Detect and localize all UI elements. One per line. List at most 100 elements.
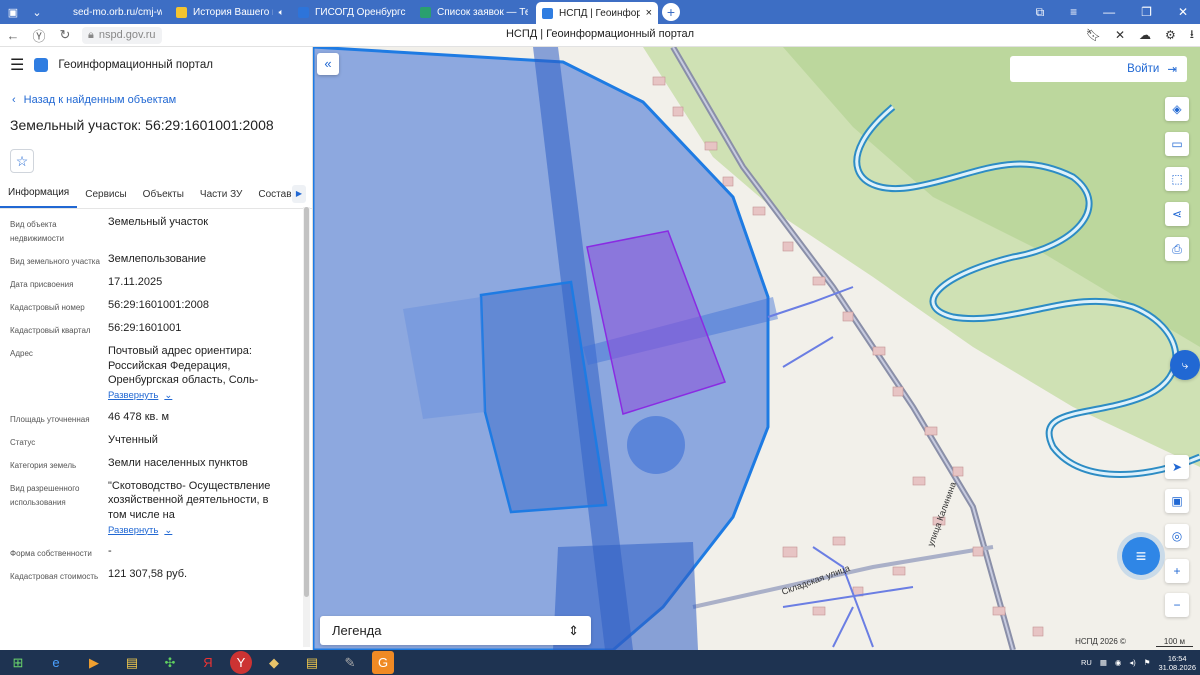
portal-logo-icon [34,58,49,72]
back-to-results-link[interactable]: ‹ Назад к найденным объектам [0,91,312,109]
chat-button[interactable]: ≡ [1122,537,1160,575]
minimap-icon[interactable]: ▣ [1165,489,1189,513]
zoom-out-icon[interactable]: − [1165,593,1189,617]
tab-audio-icon[interactable]: 🔈︎ [279,7,284,18]
property-key: Статус [10,437,36,447]
ext-cloud-icon[interactable]: ☁︎ [1139,28,1151,42]
collapse-panel-button[interactable]: « [317,53,339,75]
property-row: Вид разрешенного использования "Скотоводс… [0,479,312,539]
tool-icon[interactable]: ✎ [334,651,366,674]
gosuslugi-help-icon[interactable]: ⤷ [1170,350,1200,380]
browser-menu-icon[interactable]: ▣ [2,2,24,22]
property-row: Кадастровая стоимость 121 307,58 руб. [0,567,312,584]
media-player-icon[interactable]: ▶ [78,651,110,674]
select-icon[interactable]: ⬚ [1165,167,1189,191]
map-view[interactable]: Складская улица улица Калинина « Войти ⇥… [313,47,1200,650]
network-app-icon[interactable]: ✣ [154,651,186,674]
extension-icon[interactable]: ✕ [1115,28,1125,42]
browser-tab[interactable]: НСПД | Геоинформац × [536,2,658,24]
property-key: Категория земель [10,460,77,470]
tab-services[interactable]: Сервисы [77,189,134,208]
clock-time: 16:54 [1167,653,1187,663]
browser-tab[interactable]: ГИСОГД Оренбургской о [292,2,412,22]
legend-dropdown[interactable]: Легенда ⇕ [320,616,591,645]
panel-scrollbar[interactable] [303,207,310,647]
restore-icon[interactable]: ❐ [1141,5,1152,19]
yandex-app-icon[interactable]: Я [192,651,224,674]
tray-shield-icon[interactable]: ◉ [1115,658,1122,667]
browser-tab[interactable]: sed-mo.orb.ru/cmj-web/? [50,2,168,22]
browser-tab[interactable]: Список заявок — ТехноК [414,2,534,22]
property-value-block: Учтенный [108,433,302,450]
property-row: Кадастровый номер 56:29:1601001:2008 [0,298,312,315]
tab-close-icon[interactable]: × [646,7,652,19]
zoom-in-icon[interactable]: + [1165,559,1189,583]
clock[interactable]: 16:54 31.08.2026 [1158,654,1196,672]
start-button-icon[interactable]: ⊞ [2,651,34,674]
property-value: 46 478 кв. м [108,410,170,423]
batman-app-icon[interactable]: ◆ [258,651,290,674]
layers-icon[interactable]: ◈ [1165,97,1189,121]
property-value: Земли населенных пунктов [108,456,248,469]
reload-icon[interactable]: ↻ [52,27,78,43]
url-field[interactable]: 🔒︎ nspd.gov.ru [82,26,162,44]
tab-label: НСПД | Геоинформац [559,7,640,19]
tray-volume-icon[interactable]: ◂) [1129,658,1135,667]
folder-icon[interactable]: ▤ [296,651,328,674]
scale-label: 100 м [1155,637,1193,647]
login-button[interactable]: Войти ⇥ [1010,56,1187,82]
property-value: Учтенный [108,433,158,446]
address-bar-actions: 🔖︎ ✕ ☁︎ ⚙︎ ⭳ [1086,24,1194,46]
ext-puzzle-icon[interactable]: ⚙︎ [1165,28,1176,42]
tab-objects[interactable]: Объекты [135,189,192,208]
pin-icon[interactable]: ◎ [1165,524,1189,548]
window-controls: ⧉ ≡ — ❐ ✕ [1036,0,1200,24]
circular-object [627,416,685,474]
tab-parts[interactable]: Части ЗУ [192,189,250,208]
explorer-icon[interactable]: ▤ [116,651,148,674]
new-tab-button[interactable]: + [662,3,680,21]
panel-header: ☰ Геоинформационный портал [0,47,312,83]
property-value-block: 46 478 кв. м [108,410,302,427]
tab-label: История Вашего му [193,6,273,18]
property-value: Землепользование [108,253,207,265]
tabs-scroll-right-icon[interactable]: ▶ [292,185,306,203]
tab-information[interactable]: Информация [0,187,78,208]
hamburger-menu-icon[interactable]: ☰ [10,55,24,75]
print-icon[interactable]: ⎙ [1165,237,1189,261]
locate-icon[interactable]: ➤ [1165,455,1189,479]
property-value: - [108,545,112,557]
property-row: Категория земель Земли населенных пунктов [0,456,312,473]
property-row: Кадастровый квартал 56:29:1601001 [0,321,312,338]
map-attribution: НСПД 2026 © 100 м [1075,637,1193,647]
favorite-star-button[interactable]: ☆ [10,149,34,173]
close-window-icon[interactable]: ✕ [1178,5,1188,19]
property-value: Земельный участок [108,216,209,228]
property-row: Дата присвоения 17.11.2025 [0,275,312,292]
yandex-icon[interactable]: Ⓨ [26,26,52,45]
chevron-updown-icon: ⇕ [568,622,579,638]
lang-indicator[interactable]: RU [1081,658,1092,667]
ie-icon[interactable]: e [40,651,72,674]
ruler-icon[interactable]: ▭ [1165,132,1189,156]
menu-icon[interactable]: ≡ [1070,5,1077,19]
expand-link[interactable]: Развернуть ⌄ [108,389,284,404]
tab-sync-icon[interactable]: ⧉ [1036,5,1045,20]
tab-favicon-icon [542,7,553,19]
tray-flag-icon[interactable]: ⚑ [1144,658,1151,667]
scrollbar-thumb[interactable] [304,207,309,597]
minimize-icon[interactable]: — [1103,5,1115,19]
grader-app-icon[interactable]: G [372,651,394,674]
tray-network-icon[interactable]: ▦ [1100,658,1107,667]
download-icon[interactable]: ⭳ [1190,25,1194,46]
expand-link[interactable]: Развернуть ⌄ [108,524,284,539]
share-icon[interactable]: ⋖ [1165,202,1189,226]
back-link-label: Назад к найденным объектам [23,94,177,106]
back-arrow-icon[interactable]: ← [0,28,26,43]
yandex-browser-icon[interactable]: Y [230,651,252,674]
tabs-dropdown-icon[interactable]: ⌄ [26,2,48,22]
object-info-panel: ☰ Геоинформационный портал ‹ Назад к най… [0,47,313,650]
browser-tab[interactable]: История Вашего му 🔈︎ [170,2,290,22]
property-key: Кадастровый квартал [10,326,91,335]
bookmark-icon[interactable]: 🔖︎ [1086,28,1101,42]
